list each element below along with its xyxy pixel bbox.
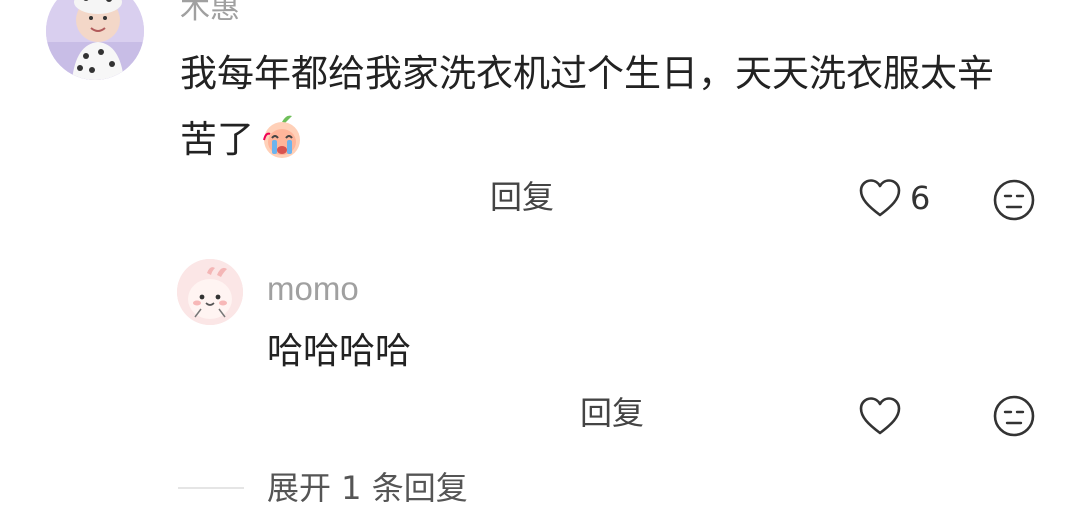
- dislike-button[interactable]: [992, 178, 1036, 222]
- like-count: 6: [910, 179, 931, 217]
- like-button[interactable]: 6: [858, 178, 930, 218]
- comment-thread: 木惠 我每年都给我家洗衣机过个生日，天天洗衣服太辛 苦了 回复 6 momo 哈…: [0, 0, 1080, 504]
- comment-text-line2-wrap: 苦了: [180, 112, 306, 166]
- reply-button[interactable]: 回复: [490, 181, 554, 213]
- comment-text-line2: 苦了: [180, 117, 254, 161]
- heart-outline-icon: [858, 178, 902, 218]
- expand-divider: [178, 487, 244, 489]
- neutral-face-icon: [992, 394, 1036, 438]
- reply-avatar[interactable]: [177, 259, 243, 325]
- crying-peach-emoji-icon: [258, 112, 306, 166]
- neutral-face-icon: [992, 178, 1036, 222]
- comment-text-line1: 我每年都给我家洗衣机过个生日，天天洗衣服太辛: [180, 52, 994, 95]
- comment-username[interactable]: 木惠: [180, 0, 240, 24]
- reply-username[interactable]: momo: [267, 272, 359, 305]
- expand-replies-button[interactable]: 展开 1 条回复: [267, 472, 468, 504]
- reply-dislike-button[interactable]: [992, 394, 1036, 438]
- reply-reply-button[interactable]: 回复: [580, 397, 644, 429]
- heart-outline-icon: [858, 396, 902, 436]
- cartoon-avatar-image: [177, 259, 243, 325]
- reply-text: 哈哈哈哈: [267, 331, 412, 372]
- baby-avatar-image: [46, 0, 144, 80]
- avatar[interactable]: [46, 0, 144, 80]
- reply-like-button[interactable]: [858, 396, 902, 436]
